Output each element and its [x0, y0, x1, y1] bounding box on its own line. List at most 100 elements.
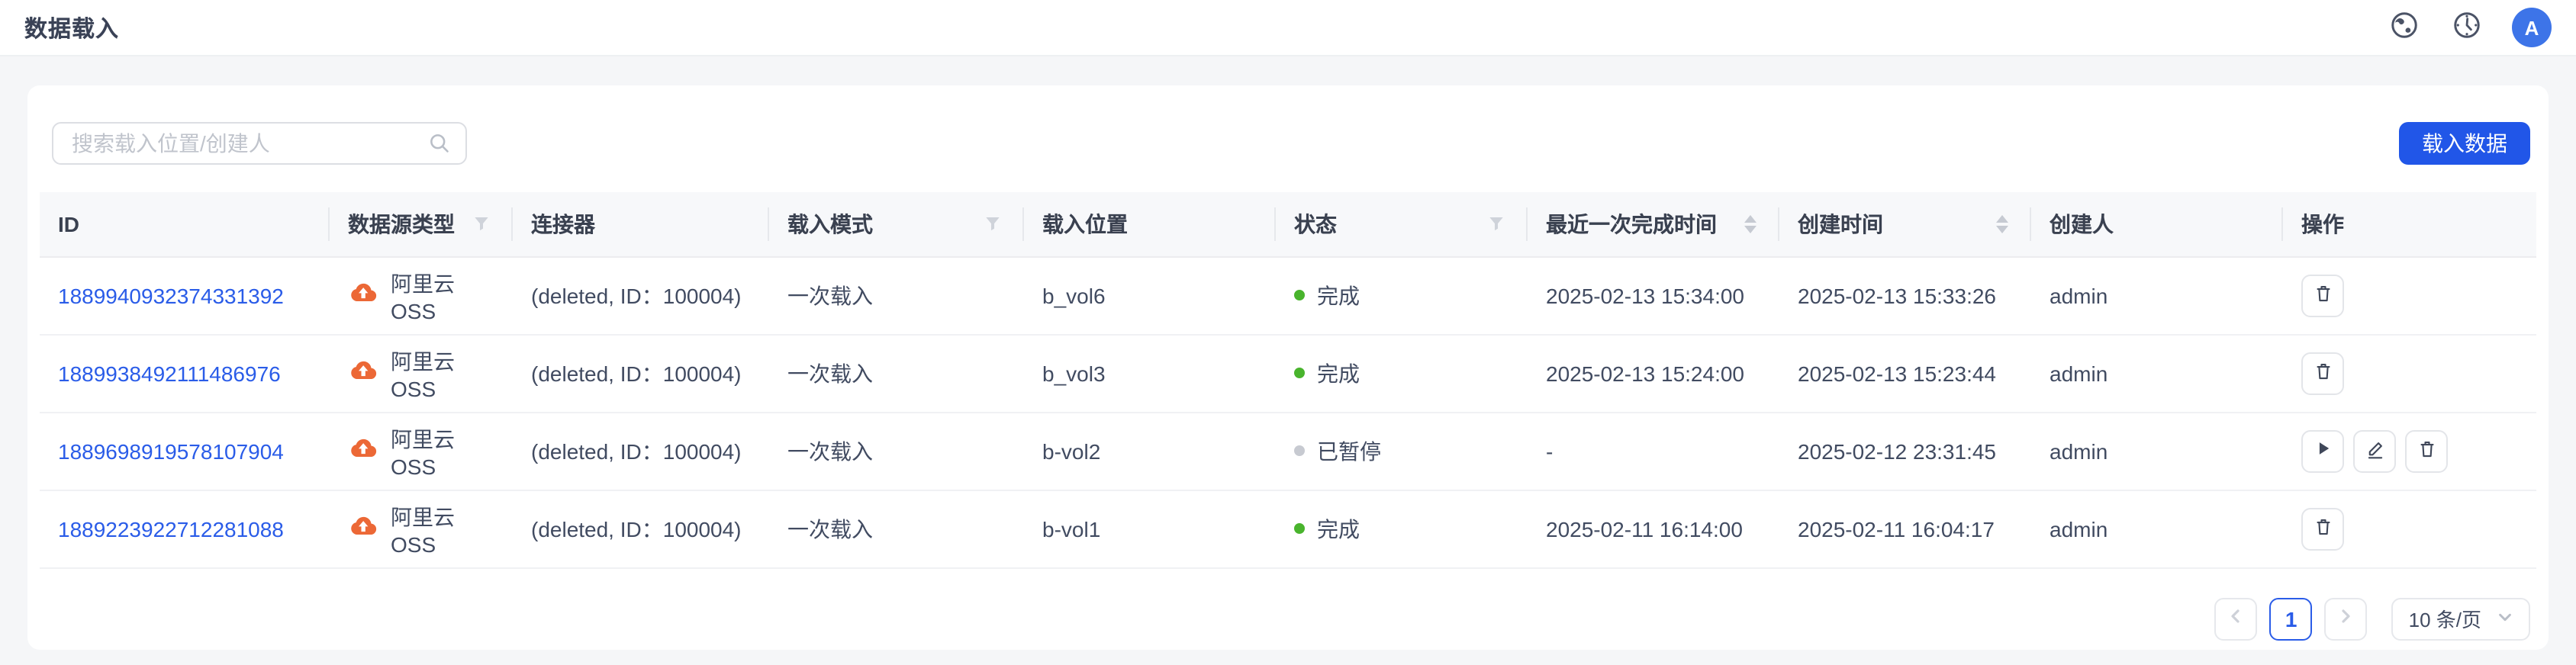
col-header-creator: 创建人: [2031, 192, 2283, 257]
mode-cell: 一次载入: [769, 256, 1024, 335]
status-dot-icon: [1294, 290, 1305, 300]
location-cell: b-vol1: [1024, 490, 1276, 568]
language-globe-button[interactable]: [2387, 11, 2420, 44]
delete-button[interactable]: [2301, 352, 2344, 394]
status-badge: 完成: [1294, 280, 1515, 310]
location-cell: b_vol6: [1024, 256, 1276, 335]
status-label: 完成: [1317, 361, 1360, 385]
trash-icon: [2311, 281, 2334, 309]
table-header-row: ID 数据源类型 连接器 载入模式 载入位置 状态 最近一次完成时间 创建时间 …: [40, 192, 2536, 257]
mode-cell: 一次载入: [769, 412, 1024, 490]
trash-icon: [2311, 359, 2334, 387]
creator-cell: admin: [2031, 256, 2283, 335]
filter-icon[interactable]: [472, 214, 491, 234]
col-label: 数据源类型: [348, 211, 455, 236]
aliyun-oss-cloud-icon: [348, 433, 378, 468]
location-cell: b-vol2: [1024, 412, 1276, 490]
col-header-location: 载入位置: [1024, 192, 1276, 257]
last-finish-time-cell: 2025-02-13 15:34:00: [1528, 256, 1779, 335]
trash-icon: [2311, 515, 2334, 542]
prev-page-button[interactable]: [2214, 597, 2258, 640]
col-label: 状态: [1294, 211, 1337, 236]
mode-cell: 一次载入: [769, 334, 1024, 413]
row-id-link[interactable]: 1889938492111486976: [58, 361, 281, 385]
col-label: 创建时间: [1798, 211, 1883, 236]
last-finish-time-cell: 2025-02-13 15:24:00: [1528, 334, 1779, 413]
source-type-label: 阿里云 OSS: [391, 426, 455, 478]
status-dot-icon: [1294, 523, 1305, 534]
search-icon: [426, 130, 453, 165]
connector-cell: (deleted, ID：100004): [513, 412, 769, 490]
create-time-cell: 2025-02-11 16:04:17: [1779, 490, 2031, 568]
data-load-table: ID 数据源类型 连接器 载入模式 载入位置 状态 最近一次完成时间 创建时间 …: [40, 192, 2536, 568]
clock-icon: [2450, 9, 2482, 46]
trash-icon: [2415, 437, 2438, 464]
connector-cell: (deleted, ID：100004): [513, 334, 769, 413]
data-load-card: 载入数据 ID 数据源类型 连接器 载入模式 载入位置 状态: [27, 85, 2549, 650]
col-header-create-time: 创建时间: [1779, 192, 2031, 257]
chevron-down-icon: [2497, 607, 2513, 630]
col-label: 载入模式: [787, 211, 873, 236]
row-actions: [2301, 429, 2524, 472]
location-cell: b_vol3: [1024, 334, 1276, 413]
toolbar: 载入数据: [40, 122, 2536, 165]
creator-cell: admin: [2031, 490, 2283, 568]
resume-play-button[interactable]: [2301, 429, 2344, 472]
table-row: 1889223922712281088 阿里云 OSS (deleted, ID…: [40, 490, 2536, 568]
filter-icon[interactable]: [1486, 214, 1506, 234]
sort-icon[interactable]: [1743, 214, 1758, 235]
edit-button[interactable]: [2353, 429, 2396, 472]
sort-icon[interactable]: [1995, 214, 2010, 235]
user-avatar[interactable]: A: [2512, 8, 2552, 47]
next-page-button[interactable]: [2324, 597, 2368, 640]
source-type-cell: 阿里云 OSS: [348, 268, 501, 323]
history-clock-button[interactable]: [2449, 11, 2483, 44]
col-header-source-type: 数据源类型: [330, 192, 513, 257]
table-row: 1889940932374331392 阿里云 OSS (deleted, ID…: [40, 256, 2536, 335]
filter-icon[interactable]: [983, 214, 1003, 234]
row-actions: [2301, 352, 2524, 394]
source-type-cell: 阿里云 OSS: [348, 423, 501, 478]
chevron-right-icon: [2337, 607, 2355, 630]
search-input[interactable]: [52, 122, 467, 165]
creator-cell: admin: [2031, 334, 2283, 413]
mode-cell: 一次载入: [769, 490, 1024, 568]
source-type-cell: 阿里云 OSS: [348, 345, 501, 400]
status-badge: 完成: [1294, 513, 1515, 544]
col-label: 最近一次完成时间: [1546, 211, 1717, 236]
col-label: ID: [58, 211, 79, 236]
col-header-connector: 连接器: [513, 192, 769, 257]
connector-cell: (deleted, ID：100004): [513, 490, 769, 568]
create-time-cell: 2025-02-13 15:33:26: [1779, 256, 2031, 335]
delete-button[interactable]: [2405, 429, 2448, 472]
row-id-link[interactable]: 1889940932374331392: [58, 283, 284, 307]
col-header-id: ID: [40, 192, 330, 257]
aliyun-oss-cloud-icon: [348, 511, 378, 546]
delete-button[interactable]: [2301, 274, 2344, 316]
col-label: 创建人: [2050, 211, 2114, 236]
aliyun-oss-cloud-icon: [348, 278, 378, 313]
play-icon: [2312, 438, 2333, 464]
app-root: 数据载入 A 搜索载入位置/创建人 载入数据 ID 数据源类型 连接器 载入模式…: [0, 0, 2576, 665]
status-label: 完成: [1317, 283, 1360, 307]
page-number-button[interactable]: 1: [2269, 597, 2313, 640]
last-finish-time-cell: 2025-02-11 16:14:00: [1528, 490, 1779, 568]
status-label: 完成: [1317, 516, 1360, 541]
creator-cell: admin: [2031, 412, 2283, 490]
row-id-link[interactable]: 1889223922712281088: [58, 516, 284, 541]
topbar-actions: A: [2387, 8, 2552, 47]
status-badge: 已暂停: [1294, 435, 1515, 466]
row-id-link[interactable]: 1889698919578107904: [58, 439, 284, 463]
pagination: 1 10 条/页: [46, 597, 2530, 640]
aliyun-oss-cloud-icon: [348, 355, 378, 390]
source-type-label: 阿里云 OSS: [391, 504, 455, 556]
page-size-select[interactable]: 10 条/页: [2391, 597, 2530, 640]
status-badge: 完成: [1294, 358, 1515, 388]
col-header-actions: 操作: [2283, 192, 2536, 257]
delete-button[interactable]: [2301, 507, 2344, 550]
source-type-label: 阿里云 OSS: [391, 349, 455, 400]
last-finish-time-cell: -: [1528, 412, 1779, 490]
search-box: [52, 122, 467, 165]
page-title: 数据载入: [24, 16, 120, 42]
load-data-button[interactable]: 载入数据: [2399, 122, 2530, 165]
